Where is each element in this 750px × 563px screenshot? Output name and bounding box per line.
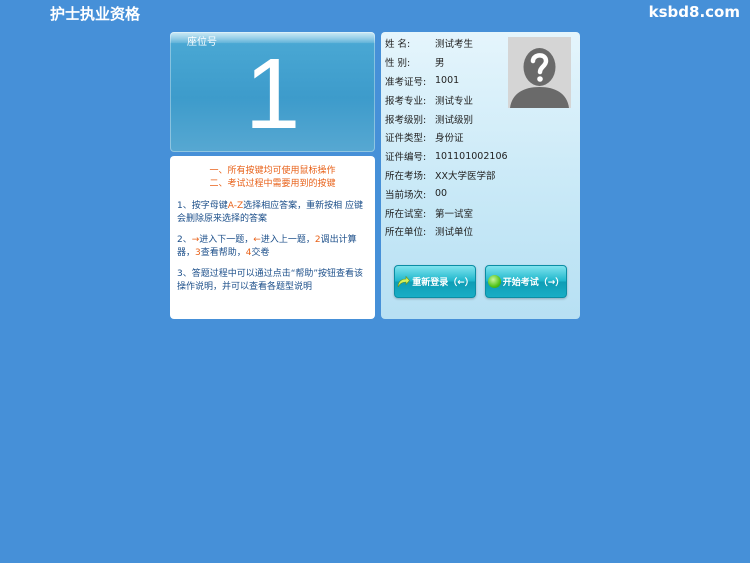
- site-name: ksbd8.com: [648, 3, 740, 21]
- tip-2-text-submit: 交卷: [251, 247, 270, 258]
- tip-2: 2、→进入下一题，←进入上一题，2调出计算器，3查看帮助，4交卷: [177, 234, 368, 259]
- info-value: 测试考生: [435, 39, 474, 51]
- info-row-session: 当前场次: 00: [385, 184, 508, 203]
- tip-2-text: 2、: [177, 235, 192, 245]
- info-label: 姓 名:: [385, 39, 411, 51]
- info-row-ticket-number: 准考证号: 1001: [385, 72, 508, 91]
- seat-number: 1: [244, 38, 301, 150]
- tip-2-text-next: 进入下一题，: [199, 235, 254, 245]
- candidate-info-list: 姓 名: 测试考生 性 别: 男 准考证号: 1001 报考专业: 测试专业 报考级别:…: [385, 34, 508, 241]
- info-value: 测试级别: [435, 114, 474, 126]
- info-label: 报考级别:: [385, 114, 427, 126]
- info-label: 证件编号:: [385, 152, 427, 164]
- info-value: 身份证: [435, 133, 464, 145]
- info-value: 1001: [435, 75, 460, 87]
- app-title: 护士执业资格: [50, 5, 141, 23]
- instructions-heading-line1: 一、所有按键均可使用鼠标操作: [209, 166, 336, 176]
- info-label: 性 别:: [385, 58, 411, 70]
- candidate-photo: [508, 37, 571, 108]
- info-value: 101101002106: [435, 150, 508, 162]
- info-label: 报考专业:: [385, 95, 427, 107]
- info-row-level: 报考级别: 测试级别: [385, 109, 508, 128]
- info-row-gender: 性 别: 男: [385, 53, 508, 72]
- info-label: 准考证号:: [385, 76, 427, 88]
- tip-2-text-help: 查看帮助，: [200, 247, 246, 258]
- info-value: XX大学医学部: [435, 170, 496, 182]
- info-label: 所在单位:: [385, 227, 427, 239]
- start-dot-icon: [487, 275, 501, 288]
- info-value: 测试专业: [435, 95, 474, 107]
- info-label: 所在试室:: [385, 208, 427, 220]
- unknown-person-icon: [508, 37, 571, 108]
- tip-1-text: 1、按字母键: [177, 201, 228, 211]
- relogin-button[interactable]: 重新登录（←）: [394, 265, 476, 298]
- candidate-info-panel: 姓 名: 测试考生 性 别: 男 准考证号: 1001 报考专业: 测试专业 报考级别:…: [381, 32, 580, 319]
- info-row-exam-room: 所在试室: 第一试室: [385, 203, 508, 222]
- instructions-heading: 一、所有按键均可使用鼠标操作 二、考试过程中需要用到的按键: [177, 165, 368, 191]
- info-value: 男: [435, 58, 445, 70]
- info-label: 当前场次:: [385, 189, 427, 201]
- relogin-button-label: 重新登录（←）: [412, 278, 474, 288]
- info-value: 00: [435, 188, 448, 200]
- info-row-major: 报考专业: 测试专业: [385, 90, 508, 109]
- tip-3: 3、答题过程中可以通过点击“帮助”按钮查看该操作说明，并可以查看各题型说明: [177, 269, 364, 292]
- info-row-id-type: 证件类型: 身份证: [385, 128, 508, 147]
- instructions-heading-line2: 二、考试过程中需要用到的按键: [209, 179, 336, 189]
- info-value: 第一试室: [435, 208, 474, 220]
- info-row-name: 姓 名: 测试考生: [385, 34, 508, 53]
- seat-panel: 座位号 1: [170, 32, 375, 152]
- instructions-panel: 一、所有按键均可使用鼠标操作 二、考试过程中需要用到的按键 1、按字母键A-Z选…: [170, 156, 375, 319]
- info-label: 证件类型:: [385, 133, 427, 145]
- tip-2-text-prev: 进入上一题，: [260, 235, 315, 245]
- info-label: 所在考场:: [385, 170, 427, 182]
- start-exam-button[interactable]: 开始考试（→）: [485, 265, 567, 298]
- info-value: 测试单位: [435, 227, 474, 239]
- redo-arrow-icon: [397, 275, 411, 287]
- info-row-organization: 所在单位: 测试单位: [385, 222, 508, 241]
- tip-2-key-left: ←: [253, 235, 261, 245]
- info-row-id-number: 证件编号: 101101002106: [385, 147, 508, 166]
- tip-1: 1、按字母键A-Z选择相应答案，重新按相 应键会删除原来选择的答案: [177, 200, 368, 225]
- start-exam-button-label: 开始考试（→）: [502, 278, 565, 288]
- tip-1-key: A-Z: [227, 201, 244, 211]
- info-row-exam-site: 所在考场: XX大学医学部: [385, 166, 508, 185]
